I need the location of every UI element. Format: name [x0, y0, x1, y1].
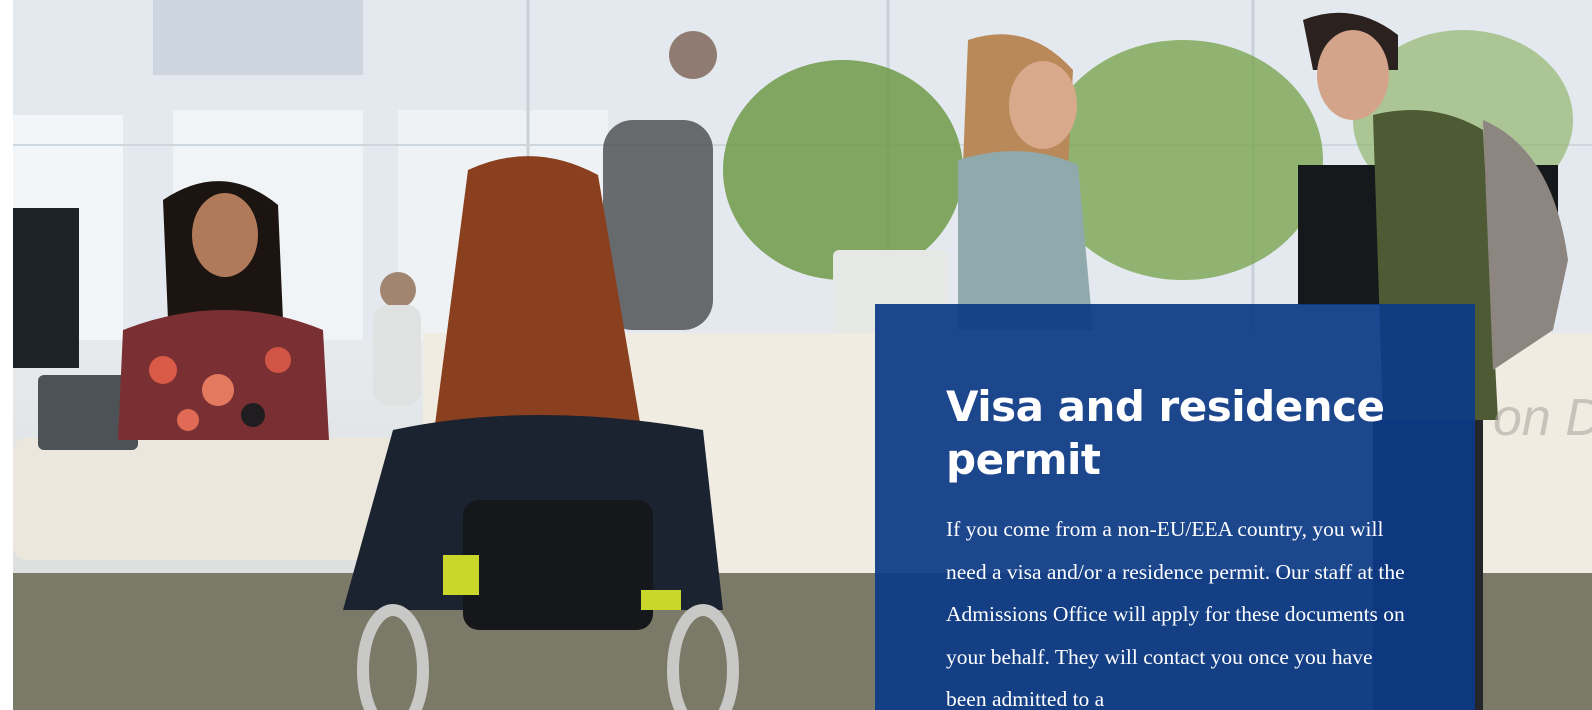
wheelchair-strap: [443, 555, 479, 595]
section-heading: Visa and residence permit: [946, 382, 1385, 484]
info-panel: Visa and residence permit If you come fr…: [875, 304, 1475, 710]
monitor: [13, 208, 79, 368]
walking-person: [603, 120, 713, 330]
plant: [723, 60, 963, 280]
wall-sign-text: on D: [1493, 389, 1592, 447]
section-body-text: If you come from a non-EU/EEA country, y…: [946, 517, 1405, 710]
background-person: [380, 272, 416, 308]
wheelchair-back: [463, 500, 653, 630]
wheelchair-strap: [641, 590, 681, 610]
receptionist-face: [192, 193, 258, 277]
ceiling-light: [153, 0, 363, 75]
